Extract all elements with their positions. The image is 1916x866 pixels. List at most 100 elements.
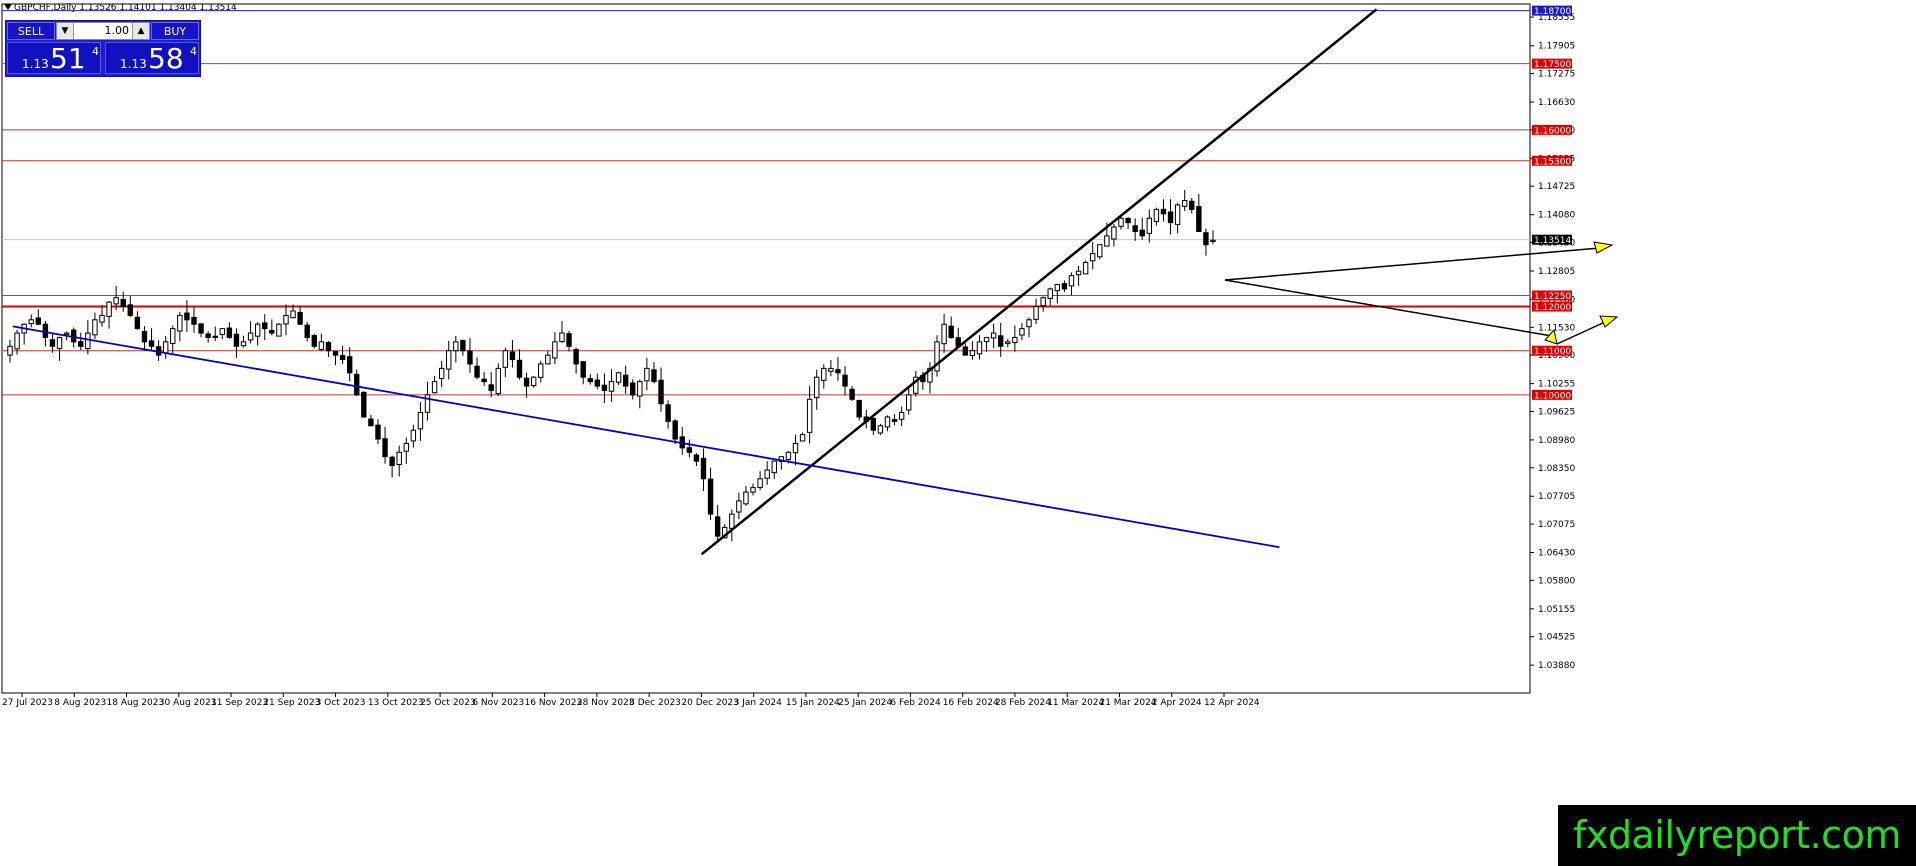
- chart-menu-icon[interactable]: [4, 4, 12, 10]
- candle-body-0: [7, 345, 13, 356]
- candle-body-60: [431, 381, 438, 394]
- candle-41: [297, 305, 303, 326]
- candle-body-141: [1005, 341, 1011, 344]
- buy-button[interactable]: BUY: [151, 22, 199, 40]
- lot-size-input[interactable]: ▼ 1.00 ▲: [56, 22, 150, 40]
- candle-79: [566, 330, 572, 352]
- candle-42: [304, 322, 310, 342]
- x-tick-label-7: 13 Oct 2023: [368, 698, 424, 708]
- candle-body-135: [962, 346, 969, 356]
- candle-body-150: [1068, 275, 1075, 287]
- candle-104: [743, 485, 749, 506]
- candle-body-123: [877, 425, 884, 434]
- candle-26: [191, 307, 197, 333]
- y-tick-label-21: 1.05155: [1538, 605, 1575, 615]
- candle-body-20: [148, 340, 155, 347]
- candle-13: [99, 305, 105, 327]
- candle-82: [587, 374, 593, 385]
- candle-body-83: [594, 379, 601, 387]
- candle-body-66: [474, 365, 480, 378]
- x-tick-label-21: 21 Mar 2024: [1099, 698, 1156, 708]
- candle-body-119: [849, 388, 855, 400]
- candle-body-76: [545, 354, 551, 365]
- candle-body-3: [28, 319, 34, 325]
- x-tick-label-12: 8 Dec 2023: [629, 698, 681, 708]
- x-tick-label-14: 3 Jan 2024: [734, 698, 782, 708]
- sell-button[interactable]: SELL: [7, 22, 55, 40]
- sell-price-box[interactable]: 1.13 51 4: [7, 42, 101, 75]
- candle-47: [339, 345, 346, 365]
- candle-body-98: [700, 457, 707, 480]
- candle-body-106: [757, 478, 763, 488]
- candle-88: [630, 379, 636, 400]
- arrow-head-rebound: [1599, 315, 1619, 328]
- candle-23: [170, 325, 176, 354]
- candle-body-114: [814, 376, 820, 399]
- candle-body-115: [821, 367, 827, 381]
- candle-body-124: [884, 416, 891, 428]
- candle-body-7: [56, 336, 63, 349]
- y-tick-label-22: 1.04525: [1538, 633, 1575, 643]
- buy-price-box[interactable]: 1.13 58 4: [105, 42, 199, 75]
- candle-75: [538, 360, 544, 383]
- trendlines: [12, 8, 1378, 556]
- lot-size-value[interactable]: 1.00: [75, 23, 131, 39]
- candle-body-36: [262, 322, 268, 330]
- candle-52: [375, 419, 381, 445]
- x-tick-label-3: 30 Aug 2023: [159, 698, 217, 708]
- candle-133: [948, 316, 954, 339]
- candle-10: [78, 332, 84, 351]
- candle-body-93: [665, 404, 671, 422]
- candle-124: [884, 415, 891, 432]
- candle-body-42: [304, 324, 310, 338]
- trendline-downtrend: [12, 325, 1280, 549]
- lot-decrease-icon[interactable]: ▼: [57, 23, 74, 39]
- candle-91: [651, 362, 657, 384]
- candle-119: [849, 386, 855, 401]
- candle-7: [56, 336, 63, 361]
- candle-111: [792, 434, 799, 466]
- candlesticks: [7, 189, 1216, 542]
- candle-56: [403, 437, 409, 464]
- candle-76: [545, 350, 551, 365]
- candle-130: [927, 362, 933, 394]
- chart-title: GBPCHF,Daily 1.13526 1.14101 1.13404 1.1…: [14, 3, 237, 13]
- level-label-6: 1.10000: [1534, 391, 1571, 401]
- candle-body-39: [283, 314, 289, 325]
- candle-74: [530, 376, 537, 388]
- candle-body-122: [870, 417, 877, 431]
- candle-body-169: [1203, 232, 1209, 246]
- level-label-0: 1.17500: [1534, 60, 1571, 70]
- candle-body-167: [1189, 200, 1195, 210]
- candle-14: [106, 301, 112, 329]
- candle-body-148: [1054, 283, 1061, 292]
- candle-body-132: [941, 323, 947, 345]
- plot-border: [1, 3, 1531, 694]
- candle-168: [1196, 193, 1202, 232]
- x-tick-label-1: 8 Aug 2023: [54, 698, 106, 708]
- arrow-line-down: [1224, 279, 1553, 337]
- candle-body-86: [615, 372, 622, 383]
- candle-body-143: [1019, 328, 1025, 336]
- candle-body-67: [481, 378, 487, 383]
- y-tick-label-9: 1.12805: [1538, 267, 1575, 277]
- price-chart[interactable]: 1.185551.179051.172751.166301.160001.153…: [0, 0, 1916, 866]
- candle-body-28: [205, 333, 211, 338]
- candle-0: [7, 339, 13, 363]
- candle-body-59: [424, 394, 431, 413]
- candle-164: [1167, 199, 1174, 235]
- y-tick-label-3: 1.16630: [1538, 98, 1575, 108]
- candle-94: [672, 419, 678, 445]
- x-tick-label-23: 12 Apr 2024: [1204, 698, 1260, 708]
- candle-33: [240, 335, 247, 348]
- candle-27: [198, 323, 204, 338]
- candle-69: [495, 363, 501, 396]
- lot-increase-icon[interactable]: ▲: [132, 23, 149, 39]
- candle-body-153: [1090, 253, 1096, 262]
- candle-body-72: [516, 359, 523, 378]
- candle-122: [870, 417, 877, 435]
- candle-125: [891, 414, 898, 426]
- candle-body-107: [764, 469, 770, 479]
- candle-body-162: [1153, 208, 1160, 222]
- candle-60: [431, 375, 438, 394]
